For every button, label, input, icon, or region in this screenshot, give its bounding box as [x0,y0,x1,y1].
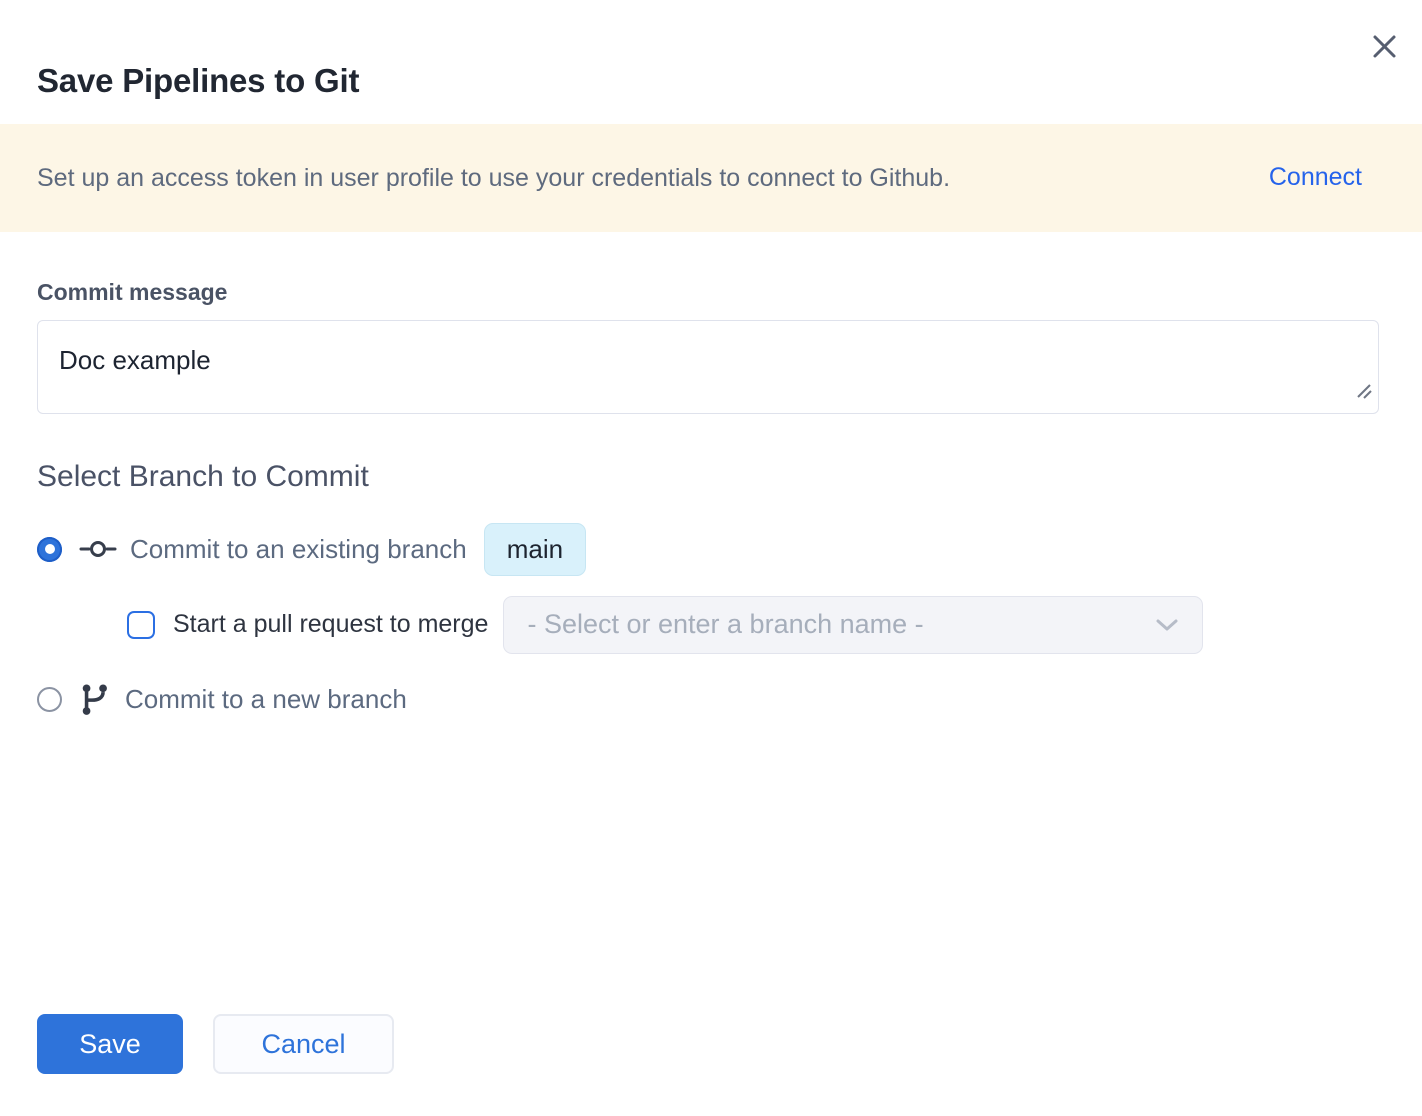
new-branch-label[interactable]: Commit to a new branch [125,684,407,715]
connect-link[interactable]: Connect [1269,163,1362,192]
chevron-down-icon [1154,616,1180,634]
cancel-button[interactable]: Cancel [213,1014,394,1074]
current-branch-badge: main [484,523,586,576]
merge-branch-select[interactable]: - Select or enter a branch name - [503,596,1203,654]
dialog-header: Save Pipelines to Git [0,0,1422,100]
access-token-banner: Set up an access token in user profile t… [0,124,1422,232]
new-branch-option-row: Commit to a new branch [37,681,1379,719]
commit-message-input[interactable]: Doc example [37,320,1379,414]
new-branch-radio[interactable] [37,687,62,712]
pull-request-row: Start a pull request to merge - Select o… [127,596,1379,654]
commit-message-field-wrap: Doc example [37,320,1379,414]
existing-branch-radio[interactable] [37,537,62,562]
page-title: Save Pipelines to Git [37,62,1385,100]
select-branch-heading: Select Branch to Commit [37,460,1379,494]
pull-request-label[interactable]: Start a pull request to merge [173,610,488,639]
git-branch-icon [79,681,112,719]
pull-request-checkbox[interactable] [127,611,155,639]
radio-dot [45,544,55,554]
close-icon [1371,33,1398,60]
existing-branch-label[interactable]: Commit to an existing branch [130,534,467,565]
commit-message-label: Commit message [37,279,1379,306]
save-button[interactable]: Save [37,1014,183,1074]
merge-branch-select-placeholder: - Select or enter a branch name - [527,609,923,640]
close-button[interactable] [1364,26,1404,66]
git-commit-icon [79,536,117,562]
dialog-body: Commit message Doc example Select Branch… [0,279,1422,719]
existing-branch-option-row: Commit to an existing branch main [37,523,1379,576]
dialog-footer: Save Cancel [37,1014,394,1074]
banner-message: Set up an access token in user profile t… [37,162,1269,195]
